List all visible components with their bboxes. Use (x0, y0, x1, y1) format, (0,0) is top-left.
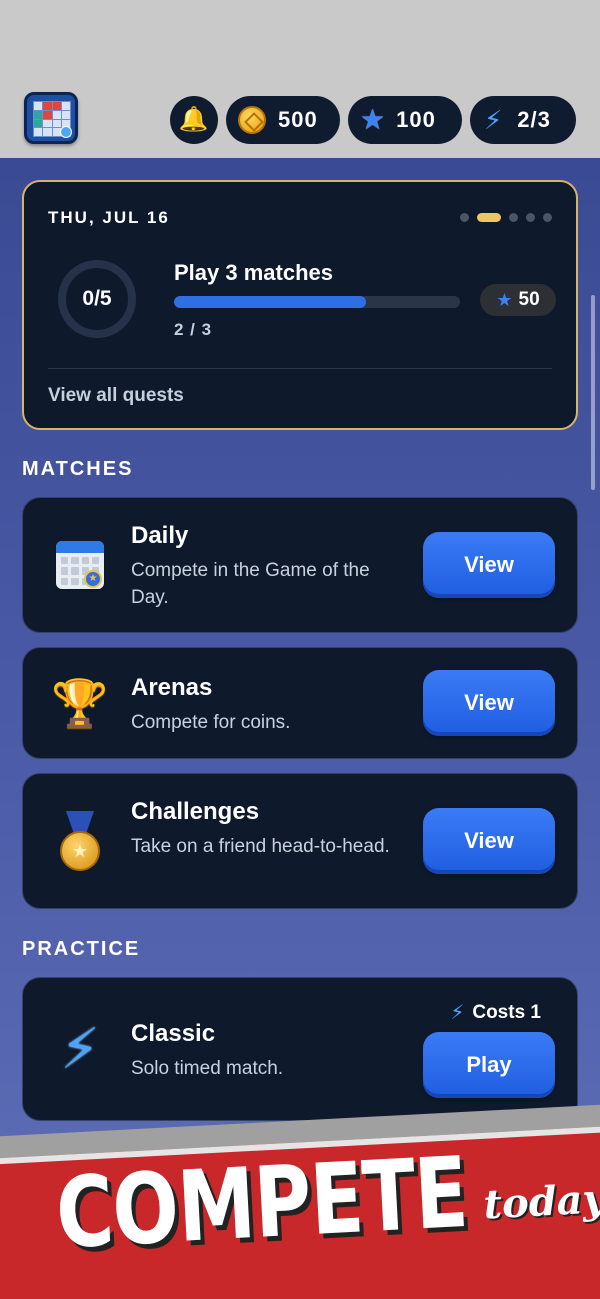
carousel-dot[interactable] (543, 213, 552, 222)
carousel-dot[interactable] (509, 213, 518, 222)
section-title-matches: MATCHES (22, 458, 134, 480)
notifications-button[interactable]: 🔔 (170, 96, 218, 144)
carousel-dot[interactable] (460, 213, 469, 222)
card-title: Challenges (131, 798, 260, 825)
quest-progress-ring: 0/5 (58, 260, 136, 338)
play-classic-button[interactable]: Play (423, 1032, 555, 1098)
stars-counter[interactable]: ★ 100 (348, 96, 462, 144)
carousel-dot-active[interactable] (477, 213, 501, 222)
match-card-daily[interactable]: ★ Daily Compete in the Game of the Day. … (22, 497, 578, 633)
app-icon[interactable] (24, 92, 78, 144)
divider (48, 368, 552, 369)
bell-icon: 🔔 (178, 106, 210, 133)
coins-value: 500 (278, 107, 318, 132)
lightning-icon: ⚡ (60, 1017, 100, 1080)
match-card-challenges[interactable]: ★ Challenges Take on a friend head-to-he… (22, 773, 578, 909)
quest-reward-value: 50 (518, 289, 540, 310)
card-description: Compete in the Game of the Day. (131, 560, 370, 608)
trophy-icon: 🏆 (51, 677, 109, 729)
section-title-practice: PRACTICE (22, 938, 141, 960)
promo-banner-subline: today! (482, 1174, 600, 1229)
energy-cost-label: ⚡ Costs 1 (450, 1000, 541, 1025)
view-challenges-button[interactable]: View (423, 808, 555, 874)
promo-banner-headline: COMPETE (53, 1137, 470, 1272)
quest-ring-label: 0/5 (82, 287, 112, 310)
medal-icon: ★ (53, 810, 107, 874)
stars-value: 100 (396, 107, 436, 132)
quest-progress-text: 2 / 3 (174, 320, 213, 339)
lightning-icon: ⚡ (484, 105, 504, 135)
coin-icon (238, 106, 266, 134)
view-arenas-button[interactable]: View (423, 670, 555, 736)
energy-value: 2/3 (517, 107, 551, 132)
daily-quest-card[interactable]: THU, JUL 16 0/5 Play 3 matches 2 / 3 ★ 5… (22, 180, 578, 430)
quest-date: THU, JUL 16 (48, 208, 170, 227)
card-title: Daily (131, 522, 189, 549)
card-title: Arenas (131, 674, 213, 701)
card-title: Classic (131, 1020, 216, 1047)
practice-card-classic[interactable]: ⚡ Classic Solo timed match. ⚡ Costs 1 Pl… (22, 977, 578, 1121)
lightning-icon: ⚡ (450, 1002, 465, 1024)
match-card-arenas[interactable]: 🏆 Arenas Compete for coins. View (22, 647, 578, 759)
calendar-star-icon: ★ (53, 538, 107, 592)
energy-counter[interactable]: ⚡ 2/3 (470, 96, 576, 144)
quest-title: Play 3 matches (174, 260, 333, 285)
view-daily-button[interactable]: View (423, 532, 555, 598)
carousel-dot[interactable] (526, 213, 535, 222)
quest-reward-badge: ★ 50 (480, 284, 556, 316)
app-icon-badge (60, 126, 72, 138)
card-description: Solo timed match. (131, 1058, 284, 1079)
carousel-dots[interactable] (460, 213, 552, 222)
quest-progress-fill (174, 296, 366, 308)
scrollbar[interactable] (591, 295, 595, 490)
energy-cost-text: Costs 1 (472, 1001, 541, 1023)
card-description: Compete for coins. (131, 712, 291, 733)
card-description: Take on a friend head-to-head. (131, 836, 390, 857)
view-all-quests-link[interactable]: View all quests (48, 385, 184, 407)
coins-counter[interactable]: 500 (226, 96, 340, 144)
quest-progress-bar (174, 296, 460, 308)
star-icon: ★ (496, 289, 513, 310)
star-icon: ★ (360, 104, 387, 135)
